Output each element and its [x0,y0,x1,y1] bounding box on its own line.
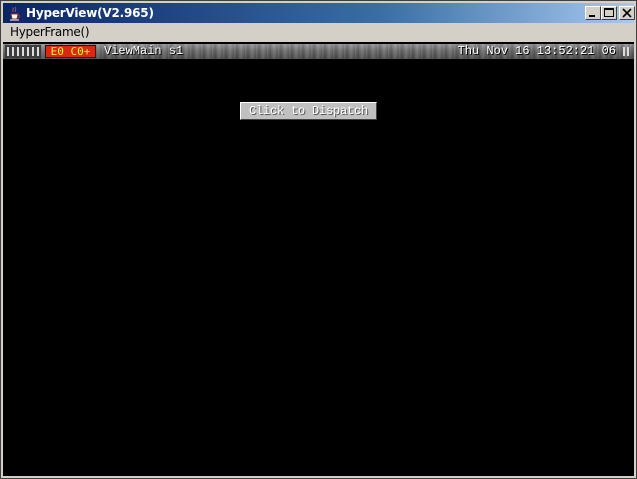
minimize-icon [589,15,595,17]
close-button[interactable] [619,6,635,20]
app-window: HyperView(V2.965) HyperFrame() E0 C0+ Vi… [0,0,637,479]
maximize-icon [604,8,614,17]
java-cup-icon[interactable] [7,5,23,21]
menu-bar: HyperFrame() [3,23,634,42]
menu-hyperframe[interactable]: HyperFrame() [10,24,90,41]
minimize-button[interactable] [585,6,601,20]
main-view[interactable]: E0 C0+ ViewMain s1 Thu Nov 16 13:52:21 0… [3,42,634,476]
status-bar: E0 C0+ ViewMain s1 Thu Nov 16 13:52:21 0… [3,44,634,59]
status-badge: E0 C0+ [45,45,96,58]
dispatch-button[interactable]: Click to Dispatch [240,102,377,120]
close-icon [622,8,632,18]
grip-handle-icon[interactable] [5,45,41,58]
clock: Thu Nov 16 13:52:21 06 [457,44,616,58]
title-bar[interactable]: HyperView(V2.965) [3,3,635,23]
view-name: ViewMain s1 [104,44,184,58]
maximize-button[interactable] [601,6,617,20]
end-grip-icon [623,47,629,56]
window-title: HyperView(V2.965) [26,6,154,20]
